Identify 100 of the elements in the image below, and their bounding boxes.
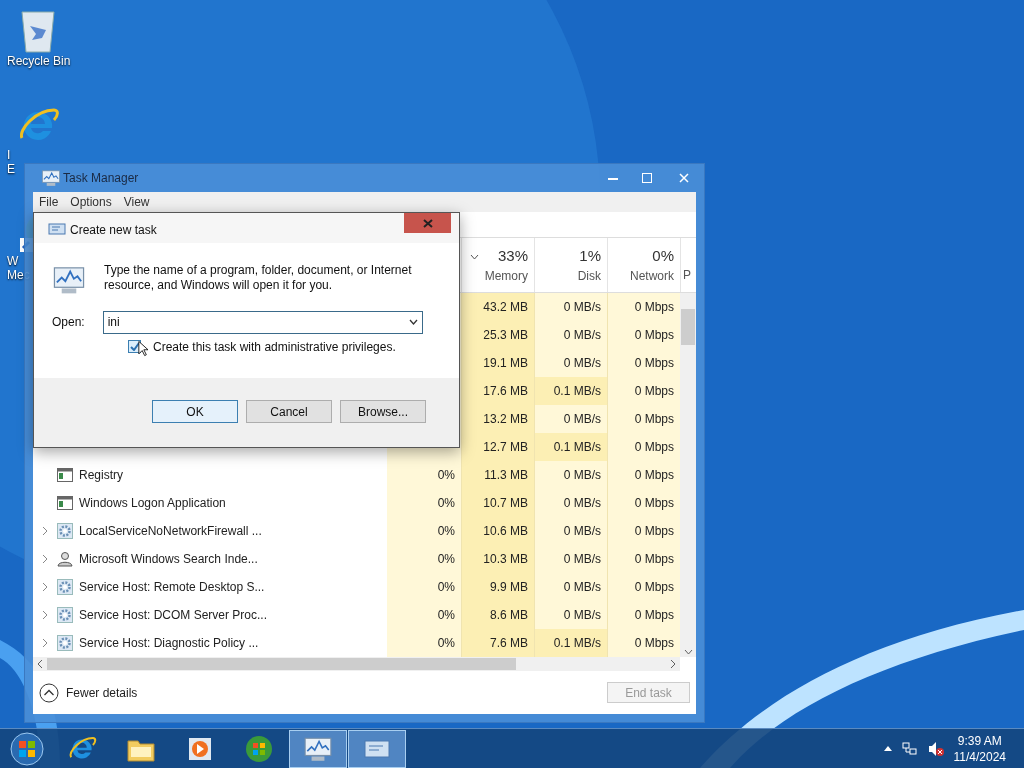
cpu-cell: 0%	[387, 601, 461, 629]
menu-item[interactable]: View	[123, 193, 150, 211]
process-name: Windows Logon Application	[79, 495, 226, 512]
memory-cell-text: 25.3 MB	[483, 327, 528, 344]
column-label: Memory	[484, 268, 528, 286]
network-cell-text: 0 Mbps	[634, 439, 674, 456]
vertical-scrollbar[interactable]	[680, 293, 696, 657]
monitor-chart-icon	[41, 168, 61, 188]
disk-cell-text: 0 MB/s	[563, 411, 601, 428]
mouse-cursor-icon	[138, 339, 148, 357]
open-label: Open:	[52, 314, 85, 332]
memory-cell-text: 10.7 MB	[483, 495, 528, 512]
window-title: Task Manager	[63, 170, 139, 187]
cpu-cell: 0%	[387, 629, 461, 657]
gear-icon	[57, 523, 73, 539]
close-button[interactable]	[404, 213, 451, 233]
cpu-cell: 0%	[387, 545, 461, 573]
process-name: Registry	[79, 467, 123, 484]
icon-label: E	[6, 162, 15, 176]
dialog-button[interactable]: Browse...	[340, 400, 426, 423]
column-header[interactable]: 0% Network	[607, 238, 680, 292]
memory-cell-text: 9.9 MB	[490, 579, 528, 596]
memory-cell-text: 10.3 MB	[483, 551, 528, 568]
scroll-down-icon	[683, 649, 693, 655]
disk-cell-text: 0 MB/s	[563, 327, 601, 344]
disk-cell-text: 0.1 MB/s	[553, 439, 601, 456]
dialog-button[interactable]: OK	[152, 400, 238, 423]
column-header[interactable]: 33% Memory	[461, 238, 534, 292]
column-percent: 33%	[497, 245, 528, 266]
clock[interactable]: 9:39 AM 11/4/2024	[953, 732, 1006, 765]
expand-chevron-icon[interactable]	[42, 554, 48, 564]
open-combo-box[interactable]: ini	[102, 310, 423, 334]
dialog-button[interactable]: Cancel	[246, 400, 332, 423]
scrollbar-thumb[interactable]	[47, 658, 516, 670]
network-icon[interactable]	[901, 740, 918, 757]
icon-label: Recycle Bin	[6, 54, 71, 68]
disk-cell-text: 0 MB/s	[563, 467, 601, 484]
process-name: Service Host: Remote Desktop S...	[79, 579, 265, 596]
gear-icon	[57, 579, 73, 595]
icon-label: I	[6, 148, 11, 162]
dropdown-caret-icon	[408, 319, 418, 326]
disk-cell-text: 0 MB/s	[563, 355, 601, 372]
network-cell-text: 0 Mbps	[634, 355, 674, 372]
network-cell-text: 0 Mbps	[634, 467, 674, 484]
network-cell-text: 0 Mbps	[634, 635, 674, 652]
admin-checkbox-label: Create this task with administrative privileges.	[153, 338, 396, 356]
cpu-cell: 0%	[387, 517, 461, 545]
expand-chevron-icon[interactable]	[42, 526, 48, 536]
menu-item[interactable]: Options	[70, 193, 112, 211]
icon-label: W	[6, 254, 19, 268]
horizontal-scrollbar[interactable]	[33, 657, 680, 671]
dialog-icon	[48, 223, 66, 235]
fewer-details-link[interactable]: Fewer details	[66, 683, 138, 702]
disk-cell-text: 0 MB/s	[563, 579, 601, 596]
gear-icon	[57, 635, 73, 651]
menu-item[interactable]: File	[39, 193, 59, 211]
process-name: Service Host: Diagnostic Policy ...	[79, 635, 259, 652]
window-icon	[57, 496, 73, 510]
user-icon	[57, 551, 73, 567]
memory-cell-text: 7.6 MB	[490, 635, 528, 652]
maximize-icon	[642, 173, 652, 183]
sort-caret-icon	[470, 254, 479, 260]
volume-muted-icon[interactable]	[927, 740, 944, 757]
disk-cell-text: 0.1 MB/s	[553, 383, 601, 400]
gear-icon	[57, 607, 73, 623]
process-name: Microsoft Windows Search Inde...	[79, 551, 258, 568]
close-icon	[679, 173, 689, 183]
disk-cell-text: 0 MB/s	[563, 523, 601, 540]
disk-cell-text: 0.1 MB/s	[553, 635, 601, 652]
check-icon	[129, 342, 140, 352]
column-percent: 0%	[652, 245, 674, 266]
column-label: Network	[630, 268, 674, 286]
expand-chevron-icon[interactable]	[42, 610, 48, 620]
network-cell-text: 0 Mbps	[634, 607, 674, 624]
column-header[interactable]: P	[680, 238, 696, 292]
expand-chevron-icon[interactable]	[42, 582, 48, 592]
disk-cell-text: 0 MB/s	[563, 299, 601, 316]
icon-label: Mec	[6, 268, 30, 282]
taskbar-button[interactable]	[289, 729, 347, 768]
network-cell-text: 0 Mbps	[634, 495, 674, 512]
disk-cell-text: 0 MB/s	[563, 551, 601, 568]
collapse-icon[interactable]	[39, 682, 59, 703]
memory-cell-text: 8.6 MB	[490, 607, 528, 624]
disk-cell-text: 0 MB/s	[563, 495, 601, 512]
memory-cell-text: 13.2 MB	[483, 411, 528, 428]
show-hidden-icons-icon[interactable]	[883, 746, 892, 751]
scrollbar-thumb[interactable]	[681, 309, 695, 345]
memory-cell-text: 12.7 MB	[483, 439, 528, 456]
network-cell-text: 0 Mbps	[634, 411, 674, 428]
memory-cell-text: 43.2 MB	[483, 299, 528, 316]
memory-cell-text: 19.1 MB	[483, 355, 528, 372]
start-orb-icon[interactable]	[9, 730, 45, 767]
column-label: P	[682, 267, 691, 284]
expand-chevron-icon[interactable]	[42, 638, 48, 648]
cpu-cell: 0%	[387, 573, 461, 601]
dialog-title: Create new task	[70, 222, 157, 239]
globe-icon	[244, 733, 274, 764]
column-header[interactable]: 1% Disk	[534, 238, 607, 292]
taskbar-button[interactable]	[348, 729, 406, 768]
network-cell-text: 0 Mbps	[634, 551, 674, 568]
